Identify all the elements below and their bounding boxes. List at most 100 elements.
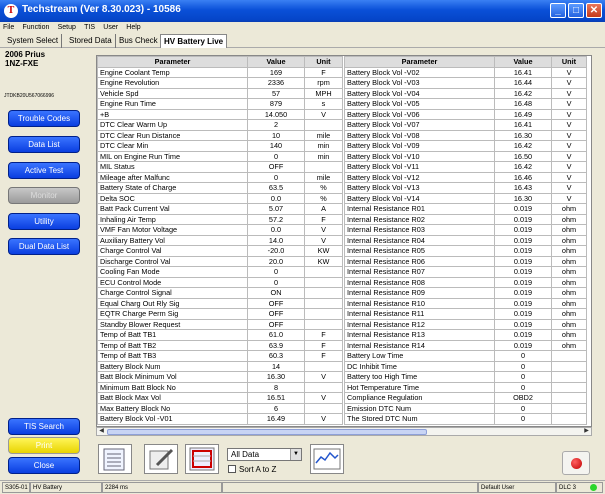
right-table-row[interactable]: Battery Block Vol -V02 16.41 V bbox=[344, 66, 587, 78]
left-table-row[interactable]: Auxiliary Battery Vol 14.0 V bbox=[97, 234, 343, 246]
dual-data-list-button[interactable]: Dual Data List bbox=[8, 238, 80, 255]
left-table-row[interactable]: DTC Clear Min 140 min bbox=[97, 140, 343, 152]
right-table-row[interactable]: Battery Block Vol -V03 16.44 V bbox=[344, 77, 587, 89]
left-table-row[interactable]: Engine Revolution 2336 rpm bbox=[97, 77, 343, 89]
column-header-parameter[interactable]: Parameter bbox=[344, 56, 495, 68]
monitor-button[interactable]: Monitor bbox=[8, 187, 80, 204]
left-table-row[interactable]: Temp of Batt TB3 60.3 F bbox=[97, 350, 343, 362]
left-table-row[interactable]: Battery Block Vol -V01 16.49 V bbox=[97, 413, 343, 425]
horizontal-scrollbar[interactable]: ◀ ▶ bbox=[96, 427, 592, 436]
left-table-row[interactable]: Minimum Batt Block No 8 bbox=[97, 381, 343, 393]
tab-system-select[interactable]: System Select bbox=[4, 34, 63, 48]
record-button[interactable] bbox=[562, 451, 590, 475]
left-table-row[interactable]: Standby Blower Request OFF bbox=[97, 318, 343, 330]
right-table-row[interactable]: Internal Resistance R10 0.019 ohm bbox=[344, 297, 587, 309]
left-table-row[interactable]: EQTR Charge Perm Sig OFF bbox=[97, 308, 343, 320]
close-window-button[interactable]: ✕ bbox=[586, 3, 602, 18]
left-table-row[interactable]: Batt Pack Current Val 5.07 A bbox=[97, 203, 343, 215]
left-table-row[interactable]: ECU Control Mode 0 bbox=[97, 276, 343, 288]
tab-hv-battery-live[interactable]: HV Battery Live bbox=[160, 34, 228, 48]
left-table-row[interactable]: VMF Fan Motor Voltage 0.0 V bbox=[97, 224, 343, 236]
right-table-row[interactable]: Internal Resistance R04 0.019 ohm bbox=[344, 234, 587, 246]
right-table-row[interactable]: Battery Low Time 0 bbox=[344, 350, 587, 362]
tab-stored-data[interactable]: Stored Data bbox=[66, 34, 116, 48]
list-view-button[interactable] bbox=[98, 444, 132, 474]
scrollbar-thumb[interactable] bbox=[107, 429, 427, 435]
left-table-row[interactable]: Mileage after Malfunc 0 mile bbox=[97, 171, 343, 183]
column-header-unit[interactable]: Unit bbox=[304, 56, 343, 68]
left-table-row[interactable]: Equal Charg Out Rly Sig OFF bbox=[97, 297, 343, 309]
right-table-row[interactable]: Hot Temperature Time 0 bbox=[344, 381, 587, 393]
left-table-row[interactable]: Temp of Batt TB1 61.0 F bbox=[97, 329, 343, 341]
right-table-row[interactable]: Internal Resistance R07 0.019 ohm bbox=[344, 266, 587, 278]
menu-setup[interactable]: Setup bbox=[55, 22, 79, 34]
left-table-row[interactable]: Battery Block Num 14 bbox=[97, 360, 343, 372]
left-table-row[interactable]: Charge Control Val -20.0 KW bbox=[97, 245, 343, 257]
title-bar[interactable]: T Techstream (Ver 8.30.023) - 10586 _ □ … bbox=[0, 0, 605, 22]
left-table-row[interactable]: Temp of Batt TB2 63.9 F bbox=[97, 339, 343, 351]
sort-checkbox[interactable]: Sort A to Z bbox=[228, 465, 276, 475]
menu-user[interactable]: User bbox=[100, 22, 121, 34]
right-table-row[interactable]: Internal Resistance R02 0.019 ohm bbox=[344, 213, 587, 225]
right-table-row[interactable]: Internal Resistance R03 0.019 ohm bbox=[344, 224, 587, 236]
menu-function[interactable]: Function bbox=[20, 22, 53, 34]
tab-bus-check[interactable]: Bus Check bbox=[116, 34, 162, 48]
right-table-row[interactable]: Internal Resistance R08 0.019 ohm bbox=[344, 276, 587, 288]
edit-button[interactable] bbox=[144, 444, 178, 474]
menu-help[interactable]: Help bbox=[123, 22, 143, 34]
right-table-row[interactable]: Battery Block Vol -V12 16.46 V bbox=[344, 171, 587, 183]
column-header-unit[interactable]: Unit bbox=[551, 56, 587, 68]
right-table-row[interactable]: Battery Block Vol -V10 16.50 V bbox=[344, 150, 587, 162]
column-header-parameter[interactable]: Parameter bbox=[97, 56, 248, 68]
right-table-row[interactable]: Battery Block Vol -V04 16.42 V bbox=[344, 87, 587, 99]
maximize-button[interactable]: □ bbox=[568, 3, 584, 18]
right-table-row[interactable]: DC Inhibit Time 0 bbox=[344, 360, 587, 372]
right-table-row[interactable]: Internal Resistance R13 0.019 ohm bbox=[344, 329, 587, 341]
data-list-button[interactable]: Data List bbox=[8, 136, 80, 153]
right-table-row[interactable]: Compliance Regulation OBD2 bbox=[344, 392, 587, 404]
menu-tis[interactable]: TIS bbox=[81, 22, 98, 34]
left-table-row[interactable]: Delta SOC 0.0% bbox=[97, 192, 343, 204]
left-table-row[interactable]: Inhaling Air Temp 57.2 F bbox=[97, 213, 343, 225]
right-table-row[interactable]: Battery Block Vol -V05 16.48 V bbox=[344, 98, 587, 110]
left-table-row[interactable]: Battery State of Charge 63.5% bbox=[97, 182, 343, 194]
close-button[interactable]: Close bbox=[8, 457, 80, 474]
right-table-row[interactable]: Internal Resistance R14 0.019 ohm bbox=[344, 339, 587, 351]
graph-button[interactable] bbox=[310, 444, 344, 474]
left-table-row[interactable]: +B 14.050 V bbox=[97, 108, 343, 120]
right-table-row[interactable]: Internal Resistance R12 0.019 ohm bbox=[344, 318, 587, 330]
trouble-codes-button[interactable]: Trouble Codes bbox=[8, 110, 80, 127]
left-table-row[interactable]: Batt Block Max Vol 16.51 V bbox=[97, 392, 343, 404]
right-table-row[interactable]: Internal Resistance R06 0.019 ohm bbox=[344, 255, 587, 267]
left-table-row[interactable]: Batt Block Minimum Vol 16.30 V bbox=[97, 371, 343, 383]
active-test-button[interactable]: Active Test bbox=[8, 162, 80, 179]
left-table-row[interactable]: MIL on Engine Run Time 0 min bbox=[97, 150, 343, 162]
right-table-row[interactable]: Internal Resistance R09 0.019 ohm bbox=[344, 287, 587, 299]
right-table-row[interactable]: Internal Resistance R11 0.019 ohm bbox=[344, 308, 587, 320]
left-table-row[interactable]: Max Battery Block No 6 bbox=[97, 402, 343, 414]
right-table-row[interactable]: Battery Block Vol -V09 16.42 V bbox=[344, 140, 587, 152]
scroll-right-icon[interactable]: ▶ bbox=[582, 428, 591, 435]
dropdown-arrow-icon[interactable]: ▼ bbox=[290, 449, 301, 460]
left-table-row[interactable]: Discharge Control Val 20.0 KW bbox=[97, 255, 343, 267]
column-header-value[interactable]: Value bbox=[247, 56, 305, 68]
right-table-row[interactable]: Battery Block Vol -V14 16.30 V bbox=[344, 192, 587, 204]
left-table-row[interactable]: DTC Clear Warm Up 2 bbox=[97, 119, 343, 131]
menu-file[interactable]: File bbox=[0, 22, 17, 34]
right-table-row[interactable]: Battery Block Vol -V07 16.41 V bbox=[344, 119, 587, 131]
sort-checkbox-box[interactable] bbox=[228, 465, 236, 473]
right-table-row[interactable]: Internal Resistance R01 0.019 ohm bbox=[344, 203, 587, 215]
right-table-row[interactable]: The Stored DTC Num 0 bbox=[344, 413, 587, 425]
left-table-row[interactable]: Vehicle Spd 57 MPH bbox=[97, 87, 343, 99]
left-table-row[interactable]: Charge Control Signal ON bbox=[97, 287, 343, 299]
left-table-row[interactable]: Engine Run Time 879 s bbox=[97, 98, 343, 110]
scroll-left-icon[interactable]: ◀ bbox=[97, 428, 106, 435]
right-table-row[interactable]: Battery Block Vol -V11 16.42 V bbox=[344, 161, 587, 173]
tis-search-button[interactable]: TIS Search bbox=[8, 418, 80, 435]
right-table-row[interactable]: Emission DTC Num 0 bbox=[344, 402, 587, 414]
right-table-row[interactable]: Battery Block Vol -V06 16.49 V bbox=[344, 108, 587, 120]
right-table-row[interactable]: Battery Block Vol -V08 16.30 V bbox=[344, 129, 587, 141]
minimize-button[interactable]: _ bbox=[550, 3, 566, 18]
column-header-value[interactable]: Value bbox=[494, 56, 552, 68]
right-table-row[interactable]: Battery Block Vol -V13 16.43 V bbox=[344, 182, 587, 194]
